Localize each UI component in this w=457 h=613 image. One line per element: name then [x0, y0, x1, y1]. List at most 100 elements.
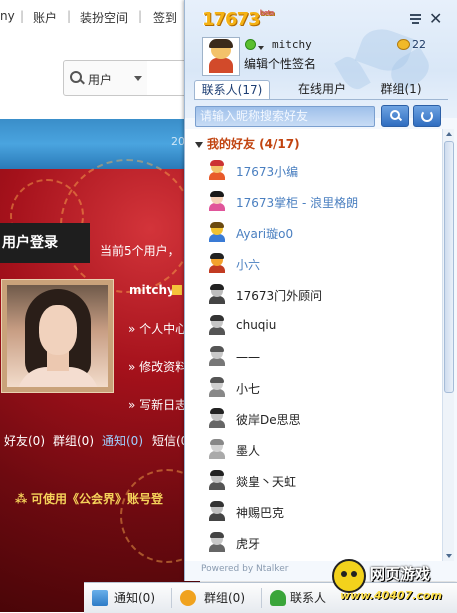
- tab-contacts[interactable]: 联系人(17): [194, 80, 270, 100]
- guild-login-hint[interactable]: ⁂ 可使用《公会界》账号登: [15, 490, 163, 507]
- vip-badge-icon: [172, 285, 182, 295]
- friend-name: 17673掌柜 - 浪里格朗: [236, 196, 359, 210]
- search-type-select[interactable]: 用户: [63, 60, 149, 96]
- guild-icon: ⁂: [15, 492, 28, 506]
- friend-name: 燚皇丶天虹: [236, 475, 297, 489]
- chevron-down-icon: [134, 76, 142, 81]
- friend-name: 虎牙: [236, 537, 261, 551]
- guild-login-text: 可使用《公会界》账号登: [31, 492, 164, 506]
- friend-group-header[interactable]: 我的好友 (4/17): [195, 135, 300, 152]
- smiley-avatar-icon: [207, 222, 227, 242]
- friend-group-title: 我的好友 (4/17): [207, 137, 300, 151]
- banner-text: 20: [171, 135, 185, 148]
- user-photo[interactable]: [1, 279, 114, 393]
- search-icon: [70, 71, 82, 83]
- coin-count: 22: [412, 38, 426, 51]
- mascot-icon: [332, 559, 366, 593]
- friend-name: 墨人: [236, 444, 261, 458]
- nav-divider: |: [138, 9, 143, 23]
- collapse-icon: [195, 141, 203, 148]
- taskbar-divider: [171, 588, 172, 608]
- friend-item[interactable]: 彼岸De思思: [185, 403, 442, 433]
- friend-item[interactable]: 17673小编: [185, 155, 442, 185]
- minimize-icon[interactable]: [410, 14, 422, 25]
- scroll-thumb[interactable]: [444, 141, 454, 393]
- friend-list-scrollbar[interactable]: [442, 129, 454, 561]
- site-banner-bar: 20: [0, 119, 200, 169]
- status-chevron-icon[interactable]: [258, 46, 264, 50]
- refresh-icon: [421, 110, 433, 122]
- stat-friends[interactable]: 好友(0): [4, 432, 45, 449]
- coin-icon: [397, 39, 410, 50]
- im-logo-text: 17673: [202, 9, 261, 30]
- site-user-name[interactable]: mitchy: [129, 283, 175, 297]
- grey-avatar-icon: [207, 470, 227, 490]
- im-header: 17673beta ✕ mitchy 22 编辑个性签名 联系人(17) 在线用…: [185, 0, 457, 127]
- contacts-icon: [270, 590, 286, 606]
- my-avatar[interactable]: [202, 37, 240, 76]
- group-icon: [180, 590, 196, 606]
- friend-item[interactable]: 17673掌柜 - 浪里格朗: [185, 186, 442, 216]
- site-watermark-logo: 网页游戏 www.40407.com: [330, 555, 457, 612]
- friend-list: 我的好友 (4/17) 17673小编 17673掌柜 - 浪里格朗 Ayari璇o…: [185, 129, 442, 561]
- friend-name: chuqiu: [236, 318, 277, 332]
- grey-avatar-icon: [207, 284, 227, 304]
- im-panel: 17673beta ✕ mitchy 22 编辑个性签名 联系人(17) 在线用…: [184, 0, 457, 581]
- friend-name: 小七: [236, 382, 261, 396]
- signature-edit[interactable]: 编辑个性签名: [244, 55, 316, 72]
- friend-search-input[interactable]: [196, 107, 374, 124]
- cat-avatar-icon: [207, 253, 227, 273]
- link-write-blog[interactable]: » 写新日志: [128, 396, 187, 413]
- friend-item[interactable]: 虎牙: [185, 527, 442, 557]
- friend-name: Ayari璇o0: [236, 227, 294, 241]
- watermark-url: www.40407.com: [340, 589, 442, 602]
- online-status-icon[interactable]: [245, 39, 256, 50]
- taskbar-contacts[interactable]: 联系人: [290, 583, 326, 613]
- friend-item[interactable]: 燚皇丶天虹: [185, 465, 442, 495]
- im-tabs: 联系人(17) 在线用户 群组(1): [194, 80, 448, 100]
- login-panel-title: 用户登录: [0, 223, 90, 263]
- friend-item[interactable]: 神赐巴克: [185, 496, 442, 526]
- grey-avatar-icon: [207, 377, 227, 397]
- friend-item[interactable]: Ayari璇o0: [185, 217, 442, 247]
- link-personal-center[interactable]: » 个人中心: [128, 320, 187, 337]
- nav-link[interactable]: ny: [0, 9, 15, 23]
- taskbar-notify[interactable]: 通知(0): [114, 583, 155, 613]
- scroll-up-icon[interactable]: [446, 132, 452, 136]
- friend-item[interactable]: 一一: [185, 341, 442, 371]
- stat-groups[interactable]: 群组(0): [53, 432, 94, 449]
- nav-divider: |: [67, 9, 72, 23]
- search-type-label: 用户: [88, 73, 113, 87]
- tab-underline: [194, 99, 448, 100]
- watermark-title: 网页游戏: [370, 565, 431, 583]
- stat-notices[interactable]: 通知(0): [102, 432, 143, 449]
- link-edit-profile[interactable]: » 修改资料: [128, 358, 187, 375]
- site-top-nav: ny | 账户 | 装扮空间 | 签到: [0, 0, 200, 34]
- refresh-button[interactable]: [413, 105, 441, 127]
- grey-avatar-icon: [207, 532, 227, 552]
- im-logo-sub: beta: [259, 9, 275, 17]
- boy-avatar-icon: [207, 160, 227, 180]
- nav-link-checkin[interactable]: 签到: [153, 9, 177, 26]
- taskbar-groups[interactable]: 群组(0): [204, 583, 245, 613]
- online-users-text: 当前5个用户，: [100, 244, 180, 258]
- tab-online-users[interactable]: 在线用户: [284, 80, 360, 99]
- nav-link-dressup[interactable]: 装扮空间: [80, 9, 128, 26]
- friend-name: 彼岸De思思: [236, 413, 301, 427]
- friend-item[interactable]: chuqiu: [185, 310, 442, 340]
- friend-item[interactable]: 17673门外顾问: [185, 279, 442, 309]
- friend-item[interactable]: 墨人: [185, 434, 442, 464]
- grey-avatar-icon: [207, 501, 227, 521]
- nav-link-account[interactable]: 账户: [33, 9, 57, 26]
- search-input[interactable]: [147, 60, 188, 96]
- user-stats-row: 好友(0) 群组(0) 通知(0) 短信(0): [0, 425, 200, 453]
- friend-item[interactable]: 小六: [185, 248, 442, 278]
- friend-name: 一一: [236, 351, 261, 365]
- friend-name: 17673门外顾问: [236, 289, 323, 303]
- friend-item[interactable]: 小七: [185, 372, 442, 402]
- close-icon[interactable]: ✕: [429, 11, 442, 27]
- user-portrait-image: [7, 285, 108, 387]
- tab-groups[interactable]: 群组(1): [366, 80, 436, 99]
- friend-name: 17673小编: [236, 165, 299, 179]
- friend-search-button[interactable]: [381, 105, 409, 127]
